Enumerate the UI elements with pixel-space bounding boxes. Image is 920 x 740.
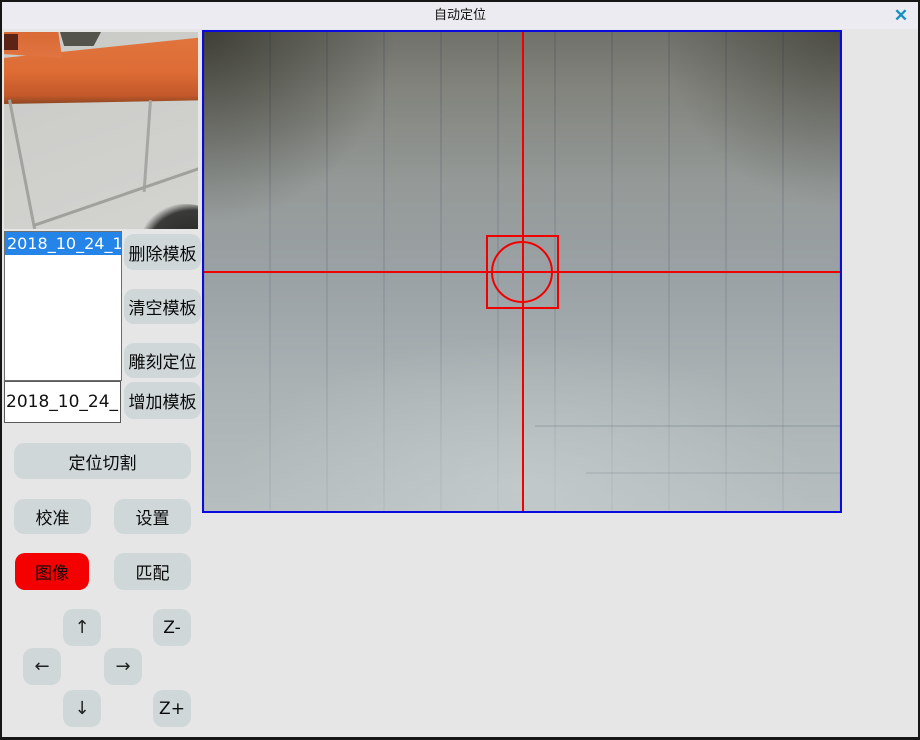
thumbnail-tile-line (8, 99, 36, 229)
calibrate-button[interactable]: 校准 (14, 499, 91, 534)
jog-down-button[interactable]: ↓ (63, 690, 101, 727)
jog-z-minus-button[interactable]: Z- (153, 609, 191, 646)
jog-left-button[interactable]: ← (23, 648, 61, 685)
template-name-input[interactable] (4, 381, 121, 423)
close-icon[interactable]: ✕ (890, 5, 912, 27)
arrow-left-icon: ← (34, 656, 49, 677)
target-circle-overlay (491, 241, 553, 303)
arrow-down-icon: ↓ (74, 698, 89, 719)
match-button[interactable]: 匹配 (114, 553, 191, 590)
position-cut-button[interactable]: 定位切割 (14, 443, 191, 479)
jog-z-plus-button[interactable]: Z+ (153, 690, 191, 727)
template-list-item[interactable]: 2018_10_24_11 (5, 232, 121, 255)
arrow-up-icon: ↑ (74, 617, 89, 638)
camera-image (204, 32, 840, 511)
title-bar: 自动定位 ✕ (2, 2, 918, 29)
arrow-right-icon: → (115, 656, 130, 677)
clear-templates-button[interactable]: 清空模板 (124, 289, 201, 324)
template-list[interactable]: 2018_10_24_11 (4, 231, 122, 381)
auto-position-dialog: 自动定位 ✕ 2018_10_24_11 删除模板 清空模板 雕刻定位 增加模板… (0, 0, 920, 740)
dialog-title: 自动定位 (2, 2, 918, 29)
thumbnail-tile-line (143, 100, 152, 192)
camera-image-tile-line (535, 425, 840, 427)
add-template-button[interactable]: 增加模板 (124, 382, 201, 419)
settings-button[interactable]: 设置 (114, 499, 191, 534)
delete-template-button[interactable]: 删除模板 (124, 234, 201, 270)
jog-right-button[interactable]: → (104, 648, 142, 685)
jog-up-button[interactable]: ↑ (63, 609, 101, 646)
template-thumbnail-image (4, 32, 198, 229)
thumbnail-dark-corner (4, 34, 18, 50)
thumbnail-dark-notch (60, 32, 101, 46)
camera-view[interactable] (202, 30, 842, 513)
image-button[interactable]: 图像 (15, 553, 89, 590)
thumbnail-dark-object (142, 204, 198, 229)
camera-image-tile-line (586, 472, 840, 474)
engrave-position-button[interactable]: 雕刻定位 (124, 343, 201, 378)
